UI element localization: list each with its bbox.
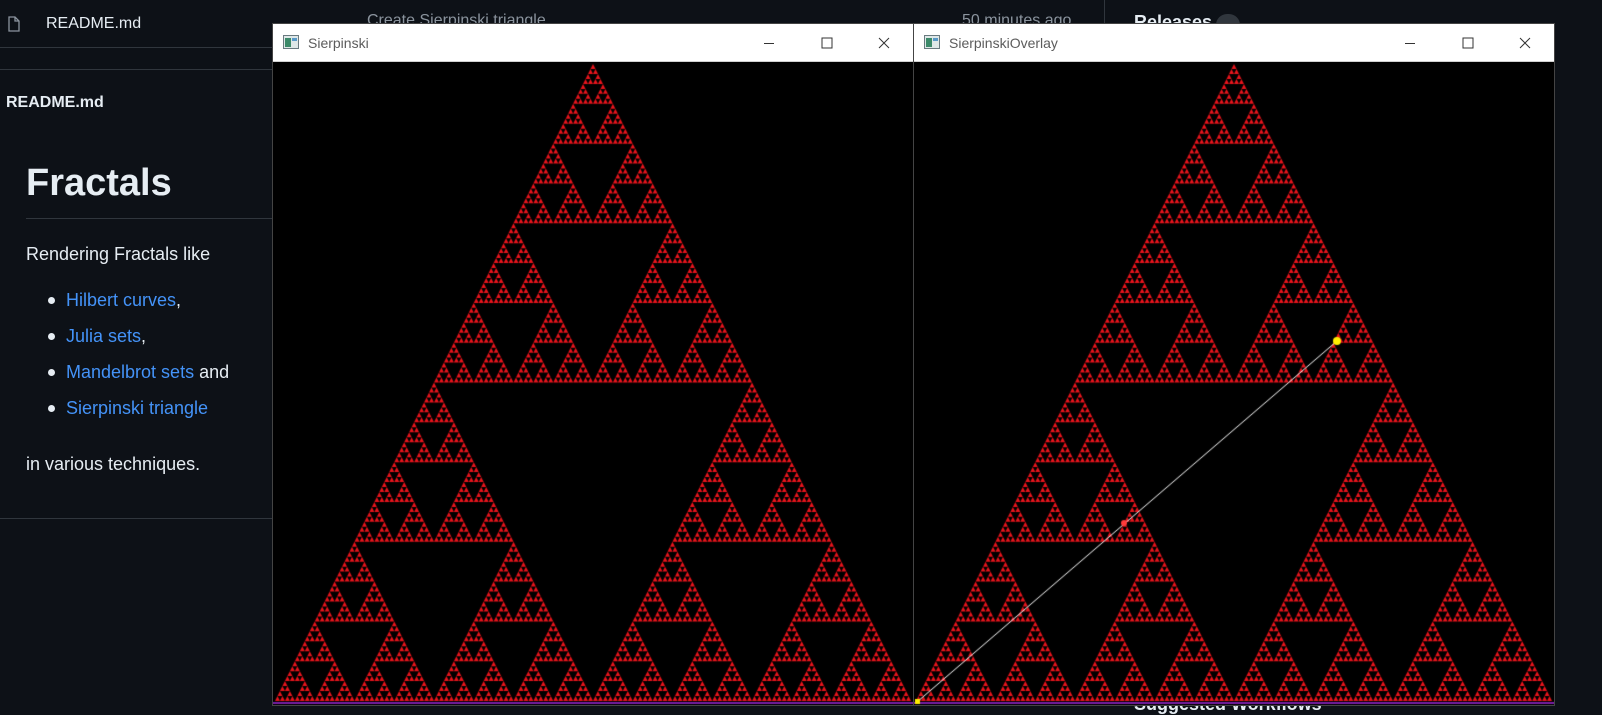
minimize-icon [764,42,774,44]
list-item: Sierpinski triangle [26,394,229,430]
window-titlebar[interactable]: SierpinskiOverlay [914,24,1554,62]
readme-panel: README.md Fractals Rendering Fractals li… [0,69,272,519]
maximize-icon [1462,37,1474,48]
maximize-button[interactable] [1439,24,1497,61]
sierpinski-triangle-link[interactable]: Sierpinski triangle [66,398,208,418]
list-item: Julia sets, [26,322,229,358]
list-item-suffix: and [194,362,230,382]
bullet-icon [48,297,55,304]
app-window-icon [283,35,299,49]
julia-sets-link[interactable]: Julia sets [66,326,141,346]
minimize-button[interactable] [740,24,798,61]
app-window-icon [924,35,940,49]
list-item: Mandelbrot sets and [26,358,229,394]
minimize-icon [1405,42,1415,44]
readme-header[interactable]: README.md [6,94,104,112]
bullet-icon [48,369,55,376]
list-item-suffix: , [176,290,182,310]
readme-intro: Rendering Fractals like [26,244,211,264]
hilbert-curves-link[interactable]: Hilbert curves [66,290,176,310]
sierpinski-overlay-window[interactable]: SierpinskiOverlay [914,24,1554,705]
bullet-icon [48,333,55,340]
minimize-button[interactable] [1381,24,1439,61]
maximize-button[interactable] [798,24,856,61]
close-icon [1519,37,1531,48]
title-divider [26,218,272,219]
file-icon [8,16,20,32]
readme-outro: in various techniques. [26,454,201,474]
close-icon [878,37,890,48]
window-title: SierpinskiOverlay [949,35,1058,51]
fractal-list: Hilbert curves, Julia sets, Mandelbrot s… [26,286,229,430]
file-name-link[interactable]: README.md [46,15,141,33]
close-button[interactable] [855,24,913,61]
maximize-icon [821,37,833,48]
mandelbrot-sets-link[interactable]: Mandelbrot sets [66,362,194,382]
window-title: Sierpinski [308,35,369,51]
list-item-suffix: , [141,326,147,346]
sierpinski-canvas[interactable] [273,62,913,705]
close-button[interactable] [1496,24,1554,61]
sierpinski-window[interactable]: Sierpinski [273,24,913,705]
sierpinski-overlay-canvas[interactable] [914,62,1554,705]
list-item: Hilbert curves, [26,286,229,322]
bullet-icon [48,405,55,412]
readme-title: Fractals [26,162,172,204]
window-titlebar[interactable]: Sierpinski [273,24,913,62]
